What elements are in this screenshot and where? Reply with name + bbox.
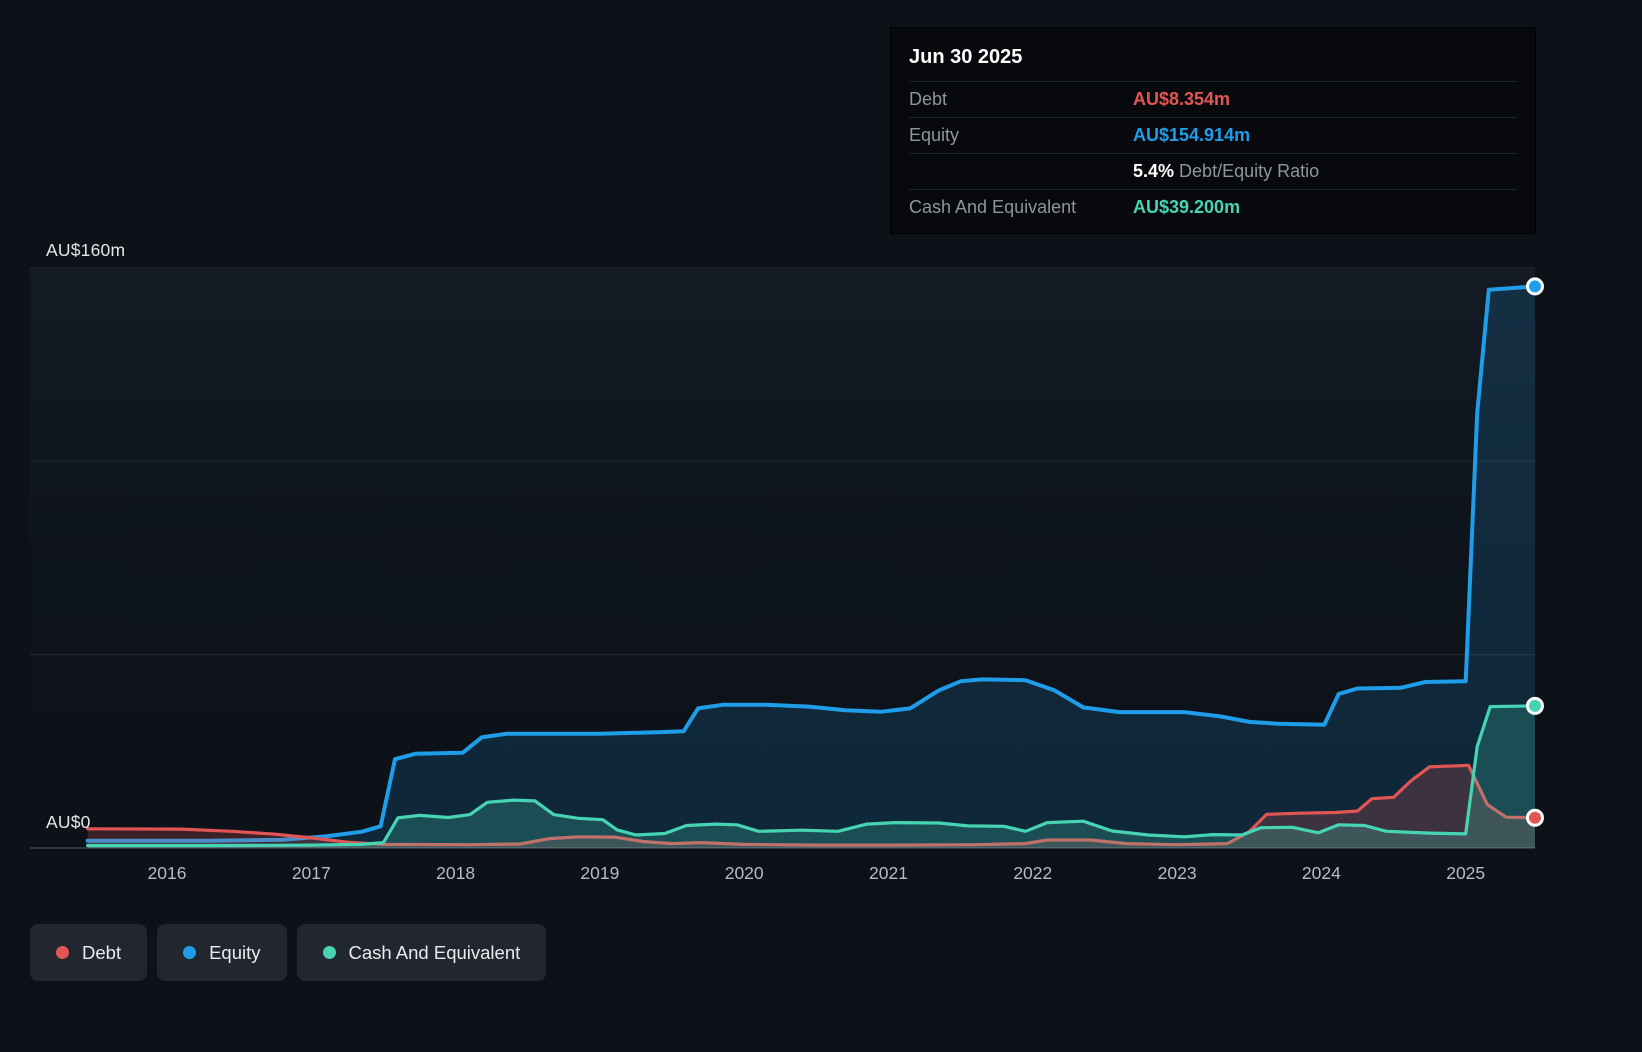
- legend-item-cash[interactable]: Cash And Equivalent: [296, 924, 547, 981]
- tooltip-debt-label: Debt: [909, 89, 948, 109]
- x-tick-label: 2016: [148, 863, 187, 883]
- tooltip-debt-row: Debt AU$8.354m: [909, 81, 1517, 117]
- tooltip-equity-label: Equity: [909, 125, 960, 145]
- x-tick-label: 2022: [1013, 863, 1052, 883]
- tooltip-cash-row: Cash And Equivalent AU$39.200m: [909, 189, 1517, 225]
- debt-end-marker: [1525, 808, 1544, 827]
- legend-debt-label: Debt: [82, 941, 122, 963]
- tooltip-date: Jun 30 2025: [909, 46, 1023, 68]
- legend-equity-label: Equity: [209, 941, 261, 963]
- cash-and-equivalent-end-marker: [1525, 696, 1544, 715]
- x-tick-label: 2025: [1446, 863, 1485, 883]
- tooltip-cash-label: Cash And Equivalent: [909, 197, 1077, 217]
- y-axis-max-label: AU$160m: [46, 240, 126, 260]
- tooltip-equity-row: Equity AU$154.914m: [909, 117, 1517, 153]
- x-tick-label: 2021: [869, 863, 908, 883]
- debt-equity-history-chart-page: 2016 2017 2018 2019 2020 2021 2022 2023 2024 2025…: [0, 0, 1642, 1052]
- chart-legend: Debt Equity Cash And Equivalent: [30, 924, 547, 981]
- tooltip-ratio-value: 5.4%: [1133, 161, 1175, 181]
- chart-tooltip: Jun 30 2025 Debt AU$8.354m Equity AU$154…: [890, 27, 1536, 234]
- tooltip-debt-value: AU$8.354m: [1133, 89, 1231, 109]
- tooltip-cash-value: AU$39.200m: [1133, 197, 1241, 217]
- legend-item-equity[interactable]: Equity: [157, 924, 287, 981]
- tooltip-ratio-value-group: 5.4% Debt/Equity Ratio: [1133, 161, 1319, 182]
- legend-item-debt[interactable]: Debt: [30, 924, 148, 981]
- tooltip-equity-value: AU$154.914m: [1133, 125, 1251, 145]
- y-axis-zero-label: AU$0: [46, 812, 91, 832]
- x-tick-label: 2020: [725, 863, 764, 883]
- x-tick-label: 2018: [436, 863, 475, 883]
- debt-series-dot-icon: [56, 946, 69, 959]
- x-tick-label: 2024: [1302, 863, 1341, 883]
- equity-end-marker: [1525, 277, 1544, 296]
- x-tick-label: 2019: [580, 863, 619, 883]
- x-tick-label: 2017: [292, 863, 331, 883]
- tooltip-ratio-row: 5.4% Debt/Equity Ratio: [909, 153, 1517, 189]
- cash-series-dot-icon: [322, 946, 336, 959]
- tooltip-ratio-label: Debt/Equity Ratio: [1179, 161, 1320, 181]
- equity-series-dot-icon: [183, 946, 197, 959]
- x-tick-label: 2023: [1158, 863, 1197, 883]
- legend-cash-label: Cash And Equivalent: [348, 941, 521, 963]
